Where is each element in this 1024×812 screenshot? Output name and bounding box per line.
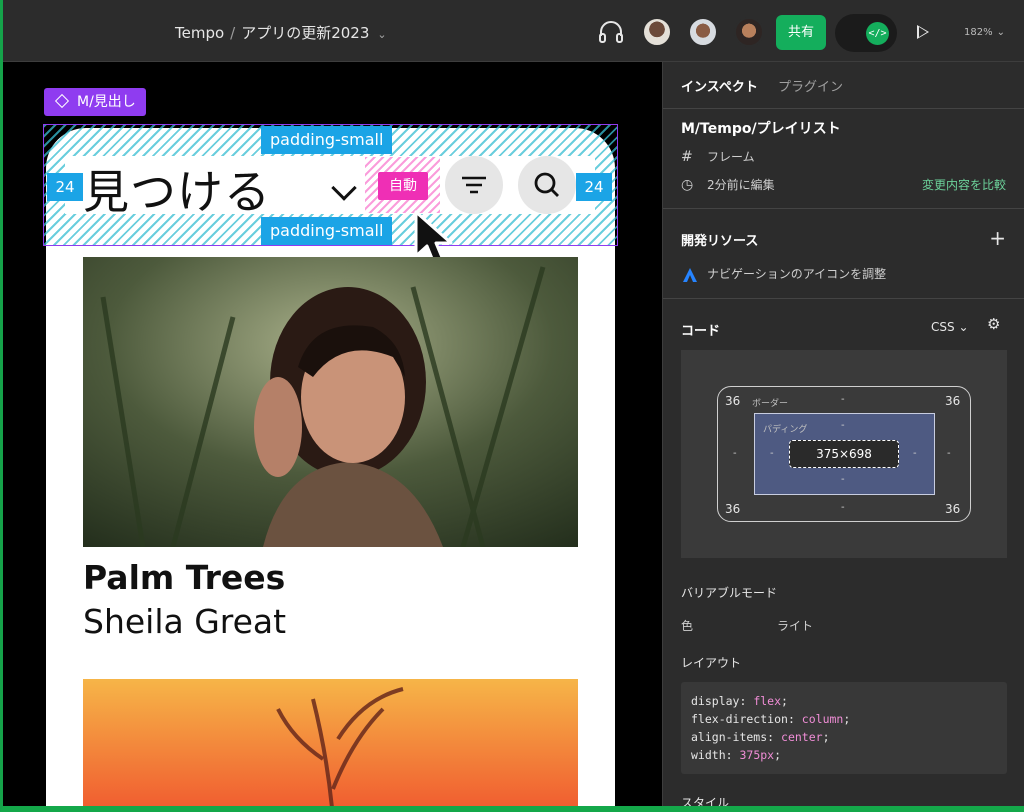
play-icon[interactable] [917,25,929,39]
divider [663,208,1024,209]
padding-left-label: 24 [47,173,83,201]
padding-top-label: padding-small [261,126,393,154]
code-value: 375px [739,748,775,762]
auto-gap-label: 自動 [378,172,428,200]
chevron-down-icon[interactable]: ⌄ [377,28,386,41]
filter-icon [462,176,486,194]
tab-plugins[interactable]: プラグイン [778,76,843,95]
layout-code-block[interactable]: display: flex; flex-direction: column; a… [681,682,1007,774]
border-right-value: - [947,448,951,459]
code-prop: display [691,694,740,708]
dev-mode-toggle[interactable]: </> [835,14,897,52]
dev-resource-label: ナビゲーションのアイコンを調整 [707,267,887,281]
playlist-cover-image[interactable] [83,257,578,547]
component-tag-label: M/見出し [77,94,136,110]
variable-color-value[interactable]: ライト [777,617,813,634]
chevron-down-icon: ⌄ [996,27,1005,38]
track-artist[interactable]: Sheila Great [83,602,286,641]
code-language: CSS [931,320,955,334]
code-value: column [801,712,844,726]
padding-right-value: - [913,448,917,459]
dev-resources-heading: 開発リソース [681,234,759,249]
avatar[interactable] [642,17,672,47]
box-model-content-size: 375×698 [789,440,899,468]
code-prop: flex-direction [691,712,788,726]
radius-bottom-right: 36 [945,502,961,516]
divider [663,108,1024,109]
chevron-down-icon: ⌄ [958,320,969,334]
padding-left-value: - [770,448,774,459]
padding-bottom-label: padding-small [261,217,393,245]
code-value: flex [753,694,782,708]
headphones-icon[interactable] [598,20,624,44]
frame-icon: # [681,149,693,165]
jira-icon [683,267,697,282]
code-prop: width [691,748,726,762]
top-toolbar: Tempo / アプリの更新2023 ⌄ 共有 </> 182% ⌄ [0,0,1024,62]
dev-resource-item[interactable]: ナビゲーションのアイコンを調整 [681,265,886,282]
border-label: ボーダー [752,399,789,409]
share-button[interactable]: 共有 [776,15,826,50]
selection-title: M/Tempo/プレイリスト [681,121,841,137]
selection-type-row: # フレーム [681,148,755,165]
history-icon: ◷ [681,177,694,193]
code-language-dropdown[interactable]: CSS ⌄ [931,320,969,334]
code-settings-icon[interactable]: ⚙ [987,315,1000,333]
radius-top-right: 36 [945,394,961,408]
zoom-level: 182% [964,27,993,38]
selection-type: フレーム [707,150,755,164]
edited-time: 2分前に編集 [707,178,775,192]
padding-top-value: - [841,420,845,431]
search-button[interactable] [518,156,576,214]
padding-right-label: 24 [576,173,612,201]
avatar[interactable] [734,17,764,47]
breadcrumb-separator: / [230,24,236,42]
style-heading: スタイル [681,796,730,810]
search-icon [534,172,559,197]
radius-bottom-left: 36 [725,502,741,516]
border-left-value: - [733,448,737,459]
code-value: center [781,730,823,744]
component-icon [54,93,70,109]
avatar[interactable] [688,17,718,47]
padding-bottom-value: - [841,474,845,485]
code-heading: コード [681,324,721,339]
second-cover-image[interactable] [83,679,578,806]
panel-tabs: インスペクト プラグイン [681,76,859,95]
code-icon: </> [866,22,889,45]
file-breadcrumb[interactable]: Tempo / アプリの更新2023 ⌄ [175,22,387,43]
add-resource-button[interactable]: + [989,226,1006,250]
breadcrumb-file[interactable]: アプリの更新2023 [241,24,369,42]
radius-top-left: 36 [725,394,741,408]
divider [663,298,1024,299]
compare-changes-link[interactable]: 変更内容を比較 [922,176,1006,193]
code-line: display: flex; [691,694,788,708]
header-title[interactable]: 見つける [83,156,271,222]
layout-heading: レイアウト [681,656,742,670]
code-prop: align-items [691,730,768,744]
padding-label: パディング [763,425,808,435]
inspect-panel: インスペクト プラグイン M/Tempo/プレイリスト # フレーム ◷ 2分前に編… [662,62,1024,810]
zoom-dropdown[interactable]: 182% ⌄ [960,24,1005,39]
design-canvas[interactable]: M/見出し padding-small padding-small 24 24 … [3,62,662,806]
component-tag[interactable]: M/見出し [44,88,146,116]
tab-inspect[interactable]: インスペクト [681,76,758,95]
code-line: width: 375px; [691,748,782,762]
filter-button[interactable] [445,156,503,214]
track-title[interactable]: Palm Trees [83,558,285,597]
edited-time-row: ◷ 2分前に編集 [681,176,775,193]
border-top-value: - [841,394,845,405]
variable-modes-heading: バリアブルモード [681,586,778,600]
box-model-diagram: ボーダー 36 36 36 36 - - - - パディング - - - - 3… [681,350,1007,558]
code-line: flex-direction: column; [691,712,851,726]
border-bottom-value: - [841,502,845,513]
variable-color-label: 色 [681,619,694,633]
code-line: align-items: center; [691,730,830,744]
breadcrumb-project[interactable]: Tempo [175,24,224,42]
